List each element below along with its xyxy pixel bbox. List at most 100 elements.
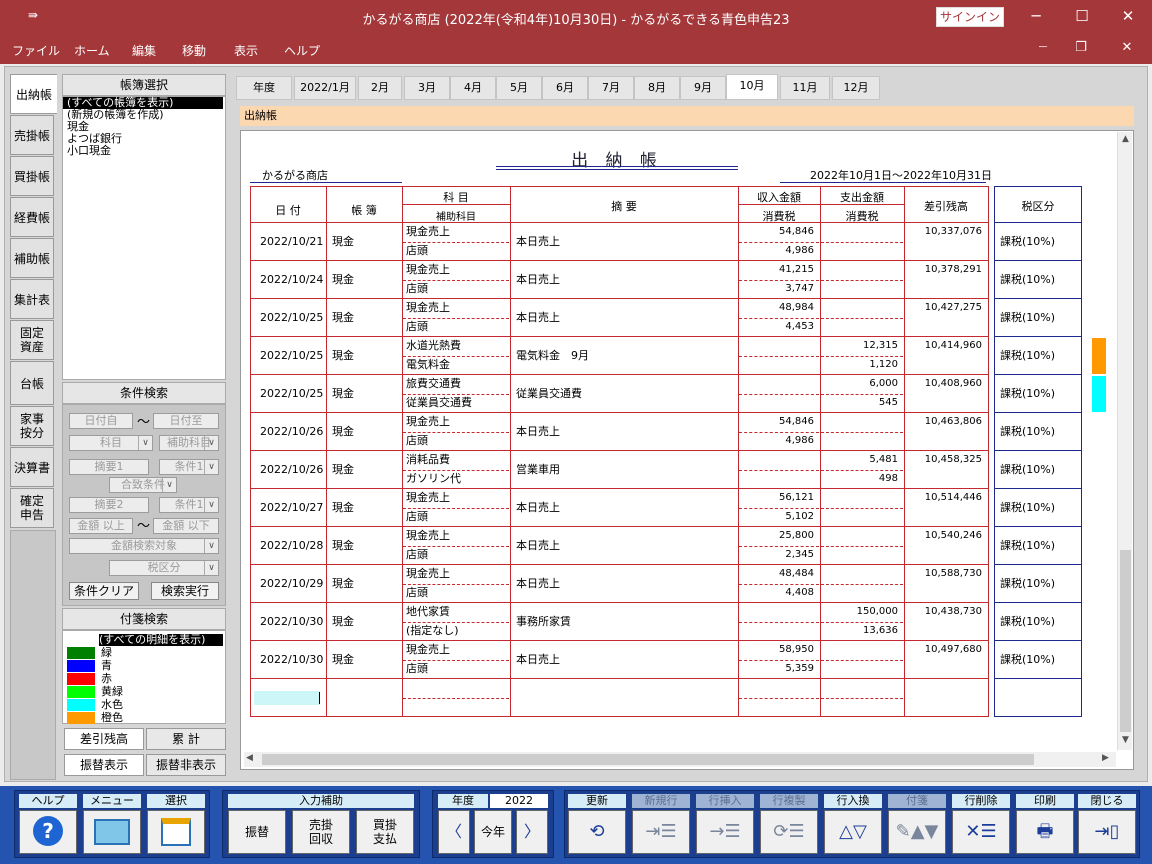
prev-year-button[interactable]: 〈: [438, 810, 470, 854]
joken2-select[interactable]: 条件1 ∨: [159, 497, 219, 513]
row-date[interactable]: 2022/10/26: [260, 464, 323, 476]
hscroll-thumb[interactable]: [262, 754, 1034, 765]
row-tekiyo[interactable]: 本日売上: [516, 426, 560, 438]
row-tax[interactable]: 課税(10%): [1000, 616, 1055, 628]
tab-kaji-anbun[interactable]: 家事 按分: [10, 406, 54, 446]
row-date[interactable]: 2022/10/26: [260, 426, 323, 438]
row-hojo[interactable]: 店頭: [406, 435, 428, 447]
close-icon[interactable]: ✕: [1108, 4, 1148, 30]
update-button[interactable]: ⟲: [568, 810, 626, 854]
this-year-button[interactable]: 今年: [474, 810, 512, 854]
row-hojo[interactable]: 従業員交通費: [406, 397, 472, 409]
row-kamoku[interactable]: 地代家賃: [406, 606, 450, 618]
match-select[interactable]: 合致条件 ∨: [109, 477, 177, 493]
row-tekiyo[interactable]: 本日売上: [516, 236, 560, 248]
scroll-thumb[interactable]: [1120, 550, 1131, 732]
row-income-tax[interactable]: 5,102: [740, 511, 814, 523]
row-kamoku[interactable]: 旅費交通費: [406, 378, 461, 390]
month-tab-0[interactable]: 年度: [236, 76, 292, 100]
row-kamoku[interactable]: 消耗品費: [406, 454, 450, 466]
help-button[interactable]: ?: [19, 810, 77, 854]
menu-move[interactable]: 移動: [182, 42, 206, 59]
row-hojo[interactable]: 店頭: [406, 587, 428, 599]
row-date[interactable]: 2022/10/24: [260, 274, 323, 286]
tab-hojo[interactable]: 補助帳: [10, 238, 54, 278]
tekiyo1-input[interactable]: 摘要1: [69, 459, 149, 475]
row-hojo[interactable]: 店頭: [406, 283, 428, 295]
tag-marker-orange[interactable]: [1092, 338, 1106, 374]
row-tekiyo[interactable]: 本日売上: [516, 578, 560, 590]
row-tekiyo[interactable]: 事務所家賃: [516, 616, 571, 628]
tab-kaikake[interactable]: 買掛帳: [10, 156, 54, 196]
row-income[interactable]: 56,121: [740, 492, 814, 504]
scroll-up-icon[interactable]: ▲: [1120, 134, 1131, 148]
row-expense[interactable]: 6,000: [822, 378, 898, 390]
row-hojo[interactable]: 店頭: [406, 549, 428, 561]
row-income[interactable]: 48,484: [740, 568, 814, 580]
row-income-tax[interactable]: 4,986: [740, 435, 814, 447]
tab-cumulative[interactable]: 累 計: [146, 728, 226, 750]
vertical-scrollbar[interactable]: ▲ ▼: [1117, 132, 1132, 750]
tag-item[interactable]: 緑: [67, 647, 217, 659]
kaikake-shiharai-button[interactable]: 買掛 支払: [356, 810, 414, 854]
row-income[interactable]: 54,846: [740, 226, 814, 238]
row-tax[interactable]: 課税(10%): [1000, 312, 1055, 324]
month-tab-8[interactable]: 8月: [634, 76, 680, 100]
row-income-tax[interactable]: 4,408: [740, 587, 814, 599]
row-tax[interactable]: 課税(10%): [1000, 654, 1055, 666]
row-date[interactable]: 2022/10/21: [260, 236, 323, 248]
row-kamoku[interactable]: 現金売上: [406, 492, 450, 504]
row-tekiyo[interactable]: 営業車用: [516, 464, 560, 476]
row-book[interactable]: 現金: [332, 312, 354, 324]
doc-close-icon[interactable]: ✕: [1112, 40, 1142, 55]
row-expense-tax[interactable]: 545: [822, 397, 898, 409]
row-tax[interactable]: 課税(10%): [1000, 464, 1055, 476]
tag-item[interactable]: 黄緑: [67, 686, 217, 698]
hojo-select[interactable]: 補助科目 ∨: [159, 435, 219, 451]
amount-to-input[interactable]: 金額 以下: [153, 518, 219, 534]
row-tax[interactable]: 課税(10%): [1000, 502, 1055, 514]
row-book[interactable]: 現金: [332, 654, 354, 666]
row-book[interactable]: 現金: [332, 426, 354, 438]
row-expense[interactable]: 5,481: [822, 454, 898, 466]
row-date[interactable]: 2022/10/27: [260, 502, 323, 514]
row-book[interactable]: 現金: [332, 274, 354, 286]
row-date[interactable]: 2022/10/30: [260, 654, 323, 666]
row-tekiyo[interactable]: 本日売上: [516, 312, 560, 324]
menu-edit[interactable]: 編集: [132, 42, 156, 59]
new-row-date-input[interactable]: [254, 691, 320, 705]
tag-marker-cyan[interactable]: [1092, 376, 1106, 412]
year-input[interactable]: 2022: [490, 794, 548, 808]
row-tekiyo[interactable]: 本日売上: [516, 274, 560, 286]
tag-item[interactable]: 赤: [67, 673, 217, 685]
row-income[interactable]: 58,950: [740, 644, 814, 656]
row-book[interactable]: 現金: [332, 616, 354, 628]
tab-balance[interactable]: 差引残高: [64, 728, 144, 750]
row-kamoku[interactable]: 現金売上: [406, 302, 450, 314]
row-tekiyo[interactable]: 本日売上: [516, 502, 560, 514]
row-tekiyo[interactable]: 本日売上: [516, 540, 560, 552]
row-book[interactable]: 現金: [332, 388, 354, 400]
tab-keihi[interactable]: 経費帳: [10, 197, 54, 237]
month-tab-1[interactable]: 2022/1月: [294, 76, 356, 100]
row-book[interactable]: 現金: [332, 502, 354, 514]
row-tekiyo[interactable]: 本日売上: [516, 654, 560, 666]
row-hojo[interactable]: 店頭: [406, 663, 428, 675]
row-tax[interactable]: 課税(10%): [1000, 274, 1055, 286]
row-tax[interactable]: 課税(10%): [1000, 426, 1055, 438]
menu-help[interactable]: ヘルプ: [284, 42, 320, 59]
tag-item-all[interactable]: (すべての明細を表示): [99, 634, 223, 646]
row-expense-tax[interactable]: 498: [822, 473, 898, 485]
row-kamoku[interactable]: 現金売上: [406, 530, 450, 542]
row-hojo[interactable]: (指定なし): [406, 625, 459, 637]
row-income-tax[interactable]: 5,359: [740, 663, 814, 675]
furikae-button[interactable]: 振替: [228, 810, 286, 854]
doc-restore-icon[interactable]: ❐: [1066, 40, 1096, 55]
menu-file[interactable]: ファイル: [12, 42, 60, 59]
row-book[interactable]: 現金: [332, 464, 354, 476]
tab-urikake[interactable]: 売掛帳: [10, 115, 54, 155]
row-kamoku[interactable]: 現金売上: [406, 644, 450, 656]
tag-item[interactable]: 青: [67, 660, 217, 672]
row-date[interactable]: 2022/10/25: [260, 350, 323, 362]
minimize-icon[interactable]: ─: [1016, 4, 1056, 30]
